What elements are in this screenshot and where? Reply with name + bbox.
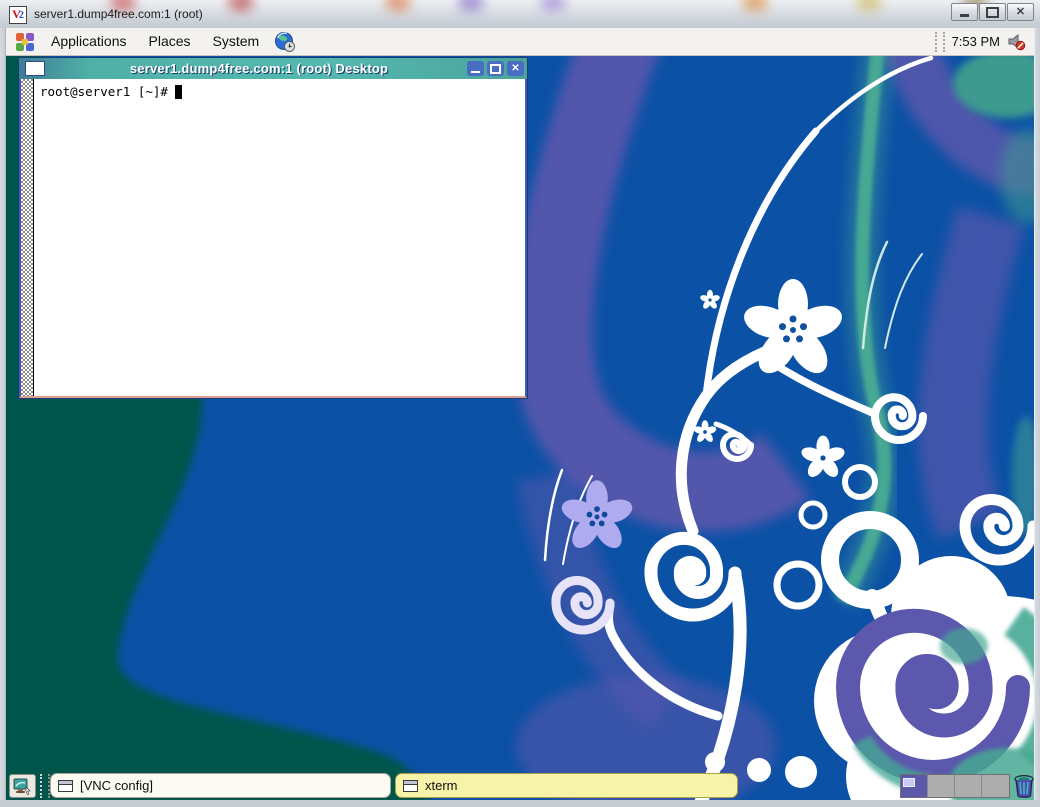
xterm-window-title: server1.dump4free.com:1 (root) Desktop	[51, 61, 467, 76]
workspace-3[interactable]	[955, 775, 982, 797]
window-icon	[58, 780, 73, 792]
gnome-bottom-panel: [VNC config] xterm	[6, 772, 1034, 800]
host-minimize-button[interactable]	[951, 3, 978, 21]
task-button-vnc-config[interactable]: [VNC config]	[50, 773, 391, 798]
workspace-window-thumb	[903, 778, 915, 787]
clock-applet[interactable]: 7:53 PM	[945, 34, 1007, 49]
vnc-viewer-window: V2 server1.dump4free.com:1 (root) ✕	[0, 0, 1040, 807]
host-titlebar[interactable]: V2 server1.dump4free.com:1 (root) ✕	[0, 0, 1040, 29]
volume-muted-icon[interactable]	[1007, 32, 1026, 51]
window-icon	[403, 780, 418, 792]
glass-reflection	[856, 0, 882, 11]
xterm-close-button[interactable]: ✕	[507, 61, 524, 76]
menu-applications[interactable]: Applications	[40, 28, 138, 55]
panel-drag-handle[interactable]	[40, 774, 50, 798]
workspace-switcher	[900, 774, 1010, 798]
task-label: [VNC config]	[80, 778, 153, 793]
menu-places[interactable]: Places	[138, 28, 202, 55]
menu-system[interactable]: System	[202, 28, 271, 55]
terminal-scrollbar[interactable]	[21, 79, 34, 396]
terminal-screen[interactable]: root@server1 [~]#	[19, 79, 527, 398]
task-button-xterm[interactable]: xterm	[395, 773, 738, 798]
terminal-cursor	[175, 85, 182, 99]
minimize-icon	[471, 71, 480, 73]
xterm-maximize-button[interactable]	[487, 61, 504, 76]
host-border-right	[1034, 28, 1040, 800]
show-desktop-button[interactable]	[9, 774, 36, 798]
glass-reflection	[458, 0, 484, 11]
trash-applet-icon[interactable]	[1012, 773, 1034, 799]
host-window-title: server1.dump4free.com:1 (root)	[34, 0, 203, 28]
glass-reflection	[385, 0, 411, 11]
xterm-minimize-button[interactable]	[467, 61, 484, 76]
applet-drag-handle[interactable]	[935, 32, 945, 52]
shell-prompt: root@server1 [~]#	[40, 84, 182, 99]
window-menu-button[interactable]	[25, 61, 45, 76]
close-icon: ✕	[1016, 7, 1025, 18]
workspace-4[interactable]	[982, 775, 1009, 797]
xterm-titlebar[interactable]: server1.dump4free.com:1 (root) Desktop ✕	[19, 58, 527, 79]
vnc-app-icon: V2	[9, 6, 27, 24]
browser-globe-icon[interactable]	[274, 31, 296, 53]
gnome-menubar: Applications Places System 7:53 PM	[6, 28, 1034, 56]
distro-menu-icon[interactable]	[14, 31, 36, 53]
host-close-button[interactable]: ✕	[1007, 3, 1034, 21]
prompt-text: root@server1 [~]#	[40, 84, 168, 99]
task-label: xterm	[425, 778, 458, 793]
maximize-icon	[490, 64, 501, 74]
show-desktop-icon	[13, 778, 32, 795]
workspace-1[interactable]	[901, 775, 928, 797]
host-maximize-button[interactable]	[979, 3, 1006, 21]
close-icon: ✕	[511, 64, 519, 74]
workspace-2[interactable]	[928, 775, 955, 797]
glass-reflection	[742, 0, 768, 11]
remote-desktop-viewport: Applications Places System 7:53 PM	[6, 28, 1034, 800]
glass-reflection	[228, 0, 254, 11]
glass-reflection	[540, 0, 566, 11]
minimize-icon	[960, 14, 969, 17]
xterm-window: server1.dump4free.com:1 (root) Desktop ✕…	[18, 57, 528, 399]
maximize-icon	[986, 7, 999, 18]
